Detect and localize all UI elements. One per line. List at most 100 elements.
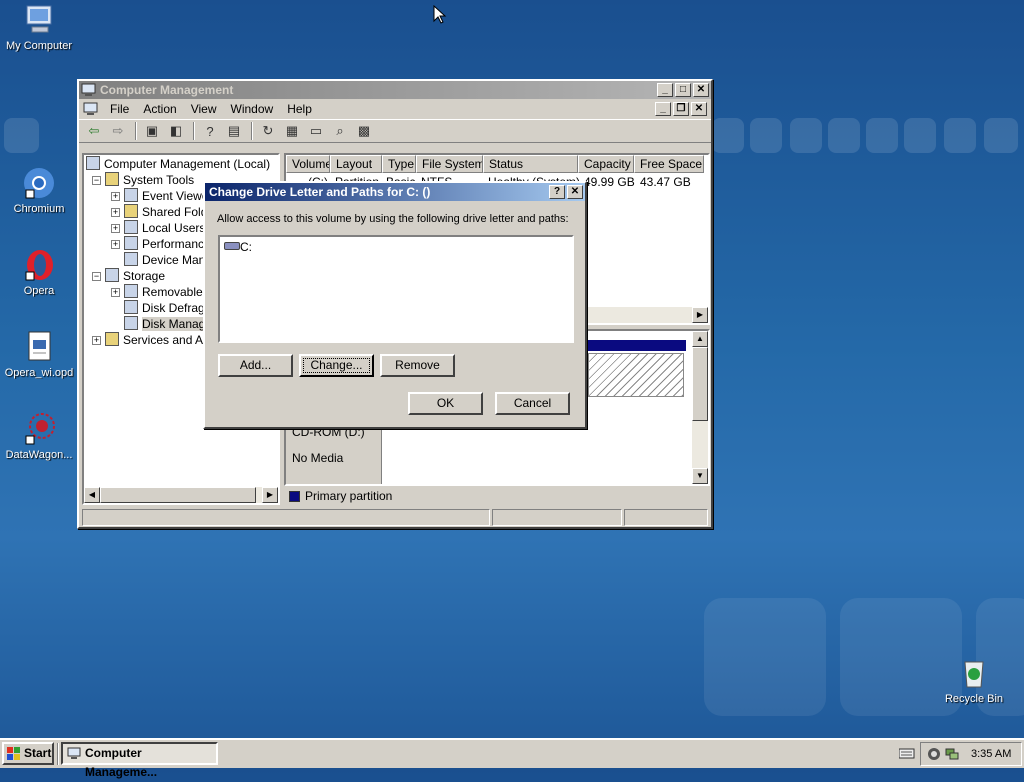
desktop-icon-opera[interactable]: Opera <box>0 248 78 297</box>
expand-toggle[interactable]: + <box>111 288 120 297</box>
search-icon[interactable]: ⌕ <box>329 121 351 141</box>
tree-item-system-tools[interactable]: System Tools <box>105 172 194 188</box>
column-header-free-space[interactable]: Free Space <box>634 155 704 173</box>
expand-toggle[interactable]: + <box>92 336 101 345</box>
minimize-button[interactable]: _ <box>657 83 673 97</box>
bg-tile <box>984 118 1018 153</box>
refresh-icon[interactable]: ↻ <box>257 121 279 141</box>
tree-item-device-manager[interactable]: Device Mana <box>124 252 212 268</box>
disk-management-icon <box>124 316 138 330</box>
child-restore-button[interactable]: ❐ <box>673 102 689 116</box>
tree-item-performance[interactable]: Performance <box>124 236 211 252</box>
scroll-left-icon[interactable]: ◀ <box>84 487 100 503</box>
legend-swatch <box>289 491 300 502</box>
export-icon[interactable]: ▦ <box>281 121 303 141</box>
collapse-toggle[interactable]: − <box>92 176 101 185</box>
dialog-titlebar[interactable]: Change Drive Letter and Paths for C: () … <box>205 183 585 201</box>
bg-tile <box>828 118 860 153</box>
tree-item-removable-storage[interactable]: Removable S <box>124 284 214 300</box>
expand-toggle[interactable]: + <box>111 192 120 201</box>
window-titlebar[interactable]: Computer Management _ □ ✕ <box>79 81 711 99</box>
dialog-close-button[interactable]: ✕ <box>567 185 583 199</box>
toolbar: ⇦ ⇨ ▣ ◧ ? ▤ ↻ ▦ ▭ ⌕ ▩ <box>79 119 711 143</box>
tree-item-disk-management[interactable]: Disk Manage <box>124 316 213 332</box>
mmc-child-icon[interactable] <box>83 102 99 116</box>
help-icon[interactable]: ? <box>199 121 221 141</box>
disk-vertical-scrollbar[interactable]: ▲ ▼ <box>692 331 708 484</box>
expand-toggle[interactable]: + <box>111 224 120 233</box>
recycle-bin-icon <box>957 656 991 690</box>
start-button[interactable]: Start <box>2 742 54 765</box>
document-icon <box>22 330 56 364</box>
tree-item-disk-defragmenter[interactable]: Disk Defragn <box>124 300 211 316</box>
menu-bar: File Action View Window Help _ ❐ ✕ <box>79 99 711 119</box>
taskbar-item-computer-management[interactable]: Computer Manageme... <box>61 742 218 779</box>
change-button[interactable]: Change... <box>299 354 374 377</box>
menu-window[interactable]: Window <box>224 102 281 116</box>
bg-tile <box>712 118 744 153</box>
column-header-file-system[interactable]: File System <box>416 155 483 173</box>
menu-help[interactable]: Help <box>280 102 319 116</box>
cancel-button[interactable]: Cancel <box>495 392 570 415</box>
scroll-up-icon[interactable]: ▲ <box>692 331 708 347</box>
remove-button[interactable]: Remove <box>380 354 455 377</box>
menu-file[interactable]: File <box>103 102 136 116</box>
menu-view[interactable]: View <box>184 102 224 116</box>
desktop-icon-chromium[interactable]: Chromium <box>0 166 78 215</box>
help-button[interactable]: ? <box>549 185 565 199</box>
status-bar-pane <box>82 509 490 526</box>
keyboard-icon[interactable] <box>898 747 915 759</box>
settings-icon[interactable]: ▩ <box>353 121 375 141</box>
scroll-right-icon[interactable]: ▶ <box>692 307 708 323</box>
column-header-layout[interactable]: Layout <box>330 155 382 173</box>
desktop-icon-opera-wi[interactable]: Opera_wi.opd <box>0 330 78 379</box>
add-button[interactable]: Add... <box>218 354 293 377</box>
close-button[interactable]: ✕ <box>693 83 709 97</box>
system-tools-icon <box>105 172 119 186</box>
tree-item-event-viewer[interactable]: Event Viewe <box>124 188 209 204</box>
tree-item-services[interactable]: Services and App <box>105 332 216 348</box>
tree-item-local-users[interactable]: Local Users a <box>124 220 215 236</box>
desktop-icon-recycle-bin[interactable]: Recycle Bin <box>935 656 1013 705</box>
maximize-button[interactable]: □ <box>675 83 691 97</box>
drive-paths-listbox[interactable]: C: <box>218 235 574 343</box>
ok-button[interactable]: OK <box>408 392 483 415</box>
scroll-right-icon[interactable]: ▶ <box>262 487 278 503</box>
mouse-cursor-icon <box>433 5 447 24</box>
clock[interactable]: 3:35 AM <box>971 748 1011 760</box>
tree-horizontal-scrollbar[interactable]: ◀ ▶ <box>84 487 278 503</box>
scroll-down-icon[interactable]: ▼ <box>692 468 708 484</box>
scroll-thumb[interactable] <box>100 487 256 503</box>
network-icon[interactable] <box>945 747 959 761</box>
bg-tile <box>790 118 822 153</box>
list-item[interactable]: C: <box>224 240 252 254</box>
child-minimize-button[interactable]: _ <box>655 102 671 116</box>
partition-block[interactable] <box>588 353 684 397</box>
column-header-status[interactable]: Status <box>483 155 578 173</box>
tree-item-storage[interactable]: Storage <box>105 268 165 284</box>
column-header-volume[interactable]: Volume <box>286 155 330 173</box>
column-header-capacity[interactable]: Capacity <box>578 155 634 173</box>
child-close-button[interactable]: ✕ <box>691 102 707 116</box>
change-drive-letter-dialog: Change Drive Letter and Paths for C: () … <box>203 181 587 429</box>
tree-item-shared-folders[interactable]: Shared Folde <box>124 204 214 220</box>
menu-action[interactable]: Action <box>136 102 183 116</box>
computer-icon <box>86 156 100 170</box>
shared-folders-icon <box>124 204 138 218</box>
desktop-icon-datawagon[interactable]: DataWagon... <box>0 412 78 461</box>
column-header-type[interactable]: Type <box>382 155 416 173</box>
desktop-icon-my-computer[interactable]: My Computer <box>0 3 78 52</box>
tree-item-root[interactable]: Computer Management (Local) <box>86 156 270 172</box>
volume-icon[interactable] <box>927 747 941 761</box>
up-folder-icon[interactable]: ▣ <box>141 121 163 141</box>
scroll-thumb[interactable] <box>692 347 708 421</box>
expand-toggle[interactable]: + <box>111 240 120 249</box>
forward-arrow-icon[interactable]: ⇨ <box>107 121 129 141</box>
expand-toggle[interactable]: + <box>111 208 120 217</box>
primary-partition-header <box>586 340 686 351</box>
collapse-toggle[interactable]: − <box>92 272 101 281</box>
properties-icon[interactable]: ▤ <box>223 121 245 141</box>
back-arrow-icon[interactable]: ⇦ <box>83 121 105 141</box>
show-hide-tree-icon[interactable]: ◧ <box>165 121 187 141</box>
open-folder-icon[interactable]: ▭ <box>305 121 327 141</box>
